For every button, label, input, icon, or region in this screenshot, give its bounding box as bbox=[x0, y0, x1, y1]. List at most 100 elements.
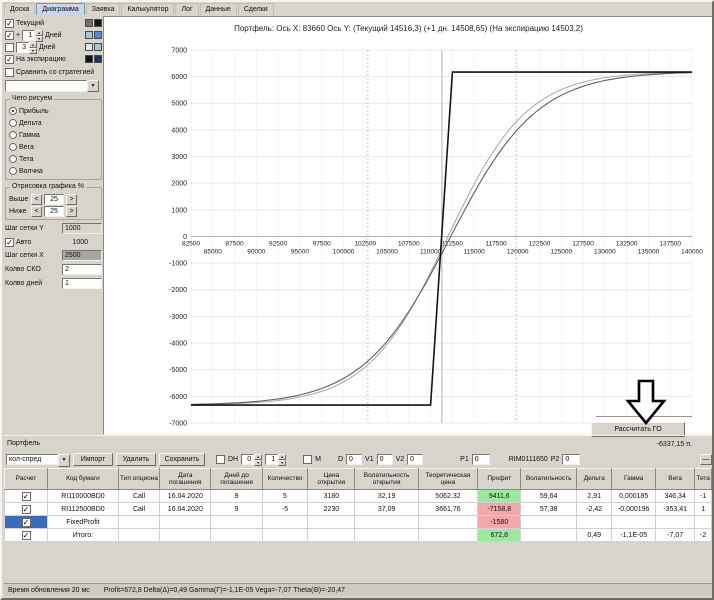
series-checkbox[interactable]: ✓ bbox=[5, 30, 14, 40]
column-header[interactable]: Гамма bbox=[611, 468, 656, 490]
sko-count-input[interactable]: 2 bbox=[62, 264, 102, 275]
save-button[interactable]: Сохранить bbox=[159, 453, 205, 466]
color-swatch[interactable] bbox=[85, 43, 93, 51]
column-header[interactable]: Волатильность bbox=[520, 468, 577, 490]
draw-option-volna[interactable]: Волчна bbox=[9, 166, 98, 176]
svg-text:107500: 107500 bbox=[398, 241, 420, 248]
svg-text:132500: 132500 bbox=[616, 241, 638, 248]
p2-input[interactable]: 0 bbox=[562, 454, 581, 465]
row-checkbox[interactable]: ✓ bbox=[21, 517, 31, 527]
strategy-combobox[interactable]: кол-спред ▼ bbox=[6, 453, 70, 467]
column-header[interactable]: Волатильность открытия bbox=[354, 468, 419, 490]
increase-button[interactable]: > bbox=[66, 193, 77, 205]
radio-volna[interactable] bbox=[9, 167, 17, 175]
draw-option-vega[interactable]: Вега bbox=[9, 142, 98, 152]
render-label: Ниже bbox=[9, 207, 27, 215]
tab-trades[interactable]: Сделки bbox=[237, 3, 274, 15]
draw-option-theta[interactable]: Тета bbox=[9, 154, 98, 164]
color-swatch[interactable] bbox=[94, 31, 102, 39]
row-checkbox[interactable]: ✓ bbox=[21, 530, 31, 540]
chevron-down-icon[interactable]: ▼ bbox=[87, 80, 99, 92]
days-spinner[interactable]: 1 ▴ ▾ bbox=[22, 29, 44, 42]
radio-theta[interactable] bbox=[9, 155, 17, 163]
compare-strategy-select[interactable]: ▼ bbox=[5, 80, 99, 92]
color-swatch[interactable] bbox=[94, 43, 102, 51]
color-swatch[interactable] bbox=[85, 31, 93, 39]
cell: 0,000185 bbox=[611, 489, 656, 503]
draw-option-delta[interactable]: Дельта bbox=[9, 118, 98, 128]
d-label: D bbox=[337, 456, 344, 463]
grid-y-input[interactable]: 1000 bbox=[62, 223, 102, 234]
column-header[interactable]: Профит bbox=[477, 468, 522, 490]
dh-spinner-2[interactable]: 1 ▴ ▾ bbox=[265, 454, 287, 466]
column-header[interactable]: Вега bbox=[654, 468, 696, 490]
cell bbox=[611, 515, 656, 529]
spinner-down-icon[interactable]: ▾ bbox=[254, 460, 263, 466]
row-calc-cell[interactable]: ✓ bbox=[3, 502, 49, 516]
color-swatch[interactable] bbox=[85, 19, 93, 27]
column-header[interactable]: Тип опциона bbox=[117, 468, 161, 490]
series-rows: ✓ Текущий ✓ +1 ▴ ▾ Дней 3 ▴ ▾ Дней ✓ На экспирацию bbox=[5, 18, 102, 64]
color-swatch[interactable] bbox=[94, 19, 102, 27]
days-count-input[interactable]: 1 bbox=[62, 278, 102, 289]
series-checkbox[interactable]: ✓ bbox=[5, 54, 14, 64]
column-header[interactable]: Код бумаги bbox=[47, 468, 119, 490]
dh-spinner-1[interactable]: 0 ▴ ▾ bbox=[241, 454, 263, 466]
column-header[interactable]: Дата погашения bbox=[159, 468, 212, 490]
auto-checkbox[interactable]: ✓ bbox=[5, 237, 14, 247]
svg-text:100000: 100000 bbox=[333, 249, 355, 256]
grid-x-input[interactable]: 2500 bbox=[62, 250, 102, 261]
tab-log[interactable]: Лог bbox=[175, 3, 199, 15]
series-checkbox[interactable] bbox=[5, 42, 14, 52]
tab-calculator[interactable]: Калькулятор bbox=[121, 3, 175, 15]
spinner-down-icon[interactable]: ▾ bbox=[29, 47, 37, 54]
d-input[interactable]: 0 bbox=[346, 454, 363, 465]
delete-button[interactable]: Удалить bbox=[116, 453, 156, 466]
app-window: Доска Диаграмма Заявка Калькулятор Лог Данные… bbox=[0, 0, 714, 600]
chevron-down-icon[interactable]: ▼ bbox=[58, 453, 70, 467]
dh-checkbox[interactable] bbox=[216, 455, 225, 464]
days-spinner[interactable]: 3 ▴ ▾ bbox=[16, 41, 37, 54]
row-calc-cell[interactable]: ✓ bbox=[3, 515, 49, 529]
render-label: Выше bbox=[9, 195, 29, 203]
color-swatch[interactable] bbox=[94, 55, 102, 63]
column-header[interactable]: Дней до погашения bbox=[210, 468, 263, 490]
column-header[interactable]: Цена открытия bbox=[307, 468, 356, 490]
import-button[interactable]: Импорт bbox=[73, 453, 113, 466]
spinner-arrows: ▴ ▾ bbox=[35, 29, 44, 42]
decrease-button[interactable]: < bbox=[31, 193, 42, 205]
column-header[interactable]: Теоретическая цена bbox=[417, 468, 479, 490]
decrease-button[interactable]: < bbox=[31, 205, 42, 217]
table-row: ✓ Итого: 672,8 0,49 -1,1E-05 -7,07 -2 bbox=[3, 528, 712, 542]
v2-input[interactable]: 0 bbox=[407, 454, 424, 465]
compare-checkbox[interactable] bbox=[5, 67, 14, 77]
row-checkbox[interactable]: ✓ bbox=[21, 504, 31, 514]
column-header[interactable]: Дельта bbox=[575, 468, 613, 490]
p1-input[interactable]: 0 bbox=[471, 454, 490, 465]
radio-vega[interactable] bbox=[9, 143, 17, 151]
row-checkbox[interactable]: ✓ bbox=[21, 491, 31, 501]
spinner-down-icon[interactable]: ▾ bbox=[278, 460, 287, 466]
radio-delta[interactable] bbox=[9, 119, 17, 127]
tab-board[interactable]: Доска bbox=[4, 3, 36, 15]
cell: 16.04.2020 bbox=[159, 489, 212, 503]
color-swatch[interactable] bbox=[85, 55, 93, 63]
m-checkbox[interactable] bbox=[303, 455, 313, 464]
column-header[interactable]: Расчет bbox=[3, 468, 49, 490]
collapse-button[interactable]: — bbox=[700, 454, 712, 465]
tab-data[interactable]: Данные bbox=[199, 3, 237, 15]
radio-gamma[interactable] bbox=[9, 131, 17, 139]
column-header[interactable]: Тета bbox=[694, 468, 712, 490]
draw-option-profit[interactable]: Прибыль bbox=[9, 106, 98, 116]
v1-input[interactable]: 0 bbox=[376, 454, 393, 465]
column-header[interactable]: Количество bbox=[261, 468, 309, 490]
radio-profit[interactable] bbox=[9, 107, 17, 115]
row-calc-cell[interactable]: ✓ bbox=[3, 528, 49, 542]
row-calc-cell[interactable]: ✓ bbox=[3, 489, 49, 503]
draw-option-gamma[interactable]: Гамма bbox=[9, 130, 98, 140]
tab-order[interactable]: Заявка bbox=[85, 3, 121, 15]
tab-diagram[interactable]: Диаграмма bbox=[36, 3, 85, 15]
increase-button[interactable]: > bbox=[66, 205, 77, 217]
series-checkbox[interactable]: ✓ bbox=[5, 18, 14, 28]
cell bbox=[354, 515, 419, 529]
